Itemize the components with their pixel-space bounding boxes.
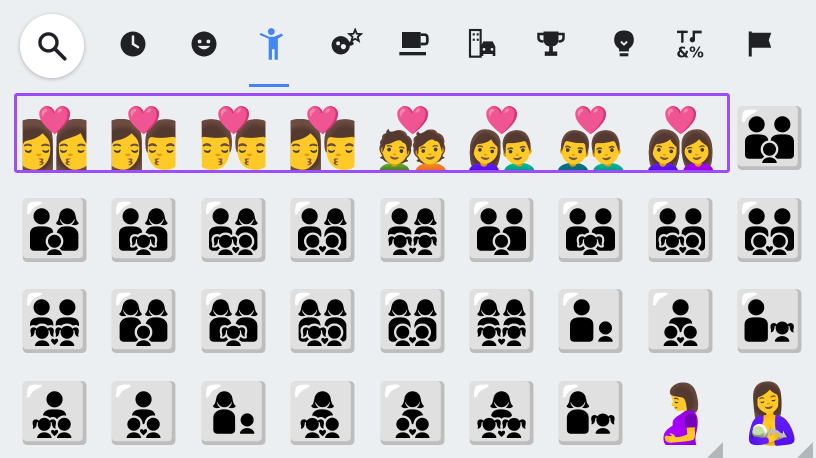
search-icon [38,32,67,61]
emoji-key[interactable]: 👩‍👩‍👧‍👧 [457,276,547,366]
emoji-glyph: 👨‍👨‍👧 [554,196,628,264]
emoji-key[interactable]: 👩‍👩‍👦 [99,276,189,366]
emoji-glyph: 👨‍👦‍👦 [107,379,181,447]
emoji-key[interactable]: 👩‍👩‍👦‍👦 [368,276,458,366]
emoji-glyph: 🤱 [733,379,807,447]
emoji-glyph: 👨‍👨‍👧‍👧 [18,287,92,355]
emoji-key[interactable]: 👨‍👩‍👧 [99,185,189,275]
tab-symbols[interactable]: &% [661,14,721,74]
emoji-key[interactable]: 👨‍👧‍👦 [10,368,100,458]
emoji-key[interactable]: 👩‍👧 [546,368,636,458]
emoji-category-tabbar: &% [0,0,816,88]
flags-icon [748,31,772,57]
emoji-glyph: 👩‍👦 [197,379,271,447]
emoji-glyph: 👩‍👩‍👧 [197,287,271,355]
emoji-glyph: 👨‍👦 [554,287,628,355]
emoji-key[interactable]: 👩‍👦‍👦 [368,368,458,458]
emoji-glyph: 💑 [376,104,450,172]
tab-recent[interactable] [103,14,163,74]
emoji-glyph: 👩‍❤️‍👩 [644,104,718,172]
emoji-key[interactable]: 👨‍👨‍👦‍👦 [725,185,815,275]
search-tab[interactable] [20,14,84,78]
tab-people[interactable] [240,14,300,74]
tab-activities[interactable] [521,14,581,74]
smileys-icon [191,31,217,57]
emoji-key[interactable]: 👪 [725,93,815,183]
emoji-glyph: 👩‍❤️‍👨 [465,104,539,172]
emoji-glyph: 👩‍👩‍👦 [107,287,181,355]
emoji-glyph: 👨‍👨‍👧‍👦 [644,196,718,264]
recent-icon [120,31,146,57]
emoji-glyph: 👩‍❤️‍💋‍👨 [107,104,181,172]
emoji-glyph: 👩‍👧‍👦 [286,379,360,447]
variant-indicator [797,442,813,458]
tab-flags[interactable] [730,14,790,74]
emoji-glyph: 👩‍👩‍👦‍👦 [376,287,450,355]
emoji-glyph: 👩‍👩‍👧‍👦 [286,287,360,355]
emoji-key[interactable]: 👨‍👨‍👦 [457,185,547,275]
emoji-key[interactable]: 👩‍❤️‍👨 [457,93,547,183]
travel-places-icon [468,28,496,58]
objects-icon [614,30,634,57]
tab-animals-nature[interactable] [316,14,376,74]
emoji-key[interactable]: 👩‍👩‍👧 [189,276,279,366]
emoji-key[interactable]: 👩‍❤️‍👩 [636,93,726,183]
emoji-key[interactable]: 👨‍👨‍👧 [546,185,636,275]
tab-travel-places[interactable] [452,14,512,74]
emoji-key[interactable]: 👩‍❤️‍💋‍👨 [278,93,368,183]
emoji-glyph: 👨‍👩‍👦‍👦 [286,196,360,264]
emoji-glyph: 👨‍👩‍👦 [18,196,92,264]
tab-food-drink[interactable] [384,14,444,74]
emoji-key[interactable]: 👨‍👩‍👧‍👧 [368,185,458,275]
emoji-glyph: 👩‍❤️‍💋‍👩 [18,104,92,172]
emoji-glyph: 👨‍👧‍👦 [18,379,92,447]
food-drink-icon [399,32,429,56]
emoji-key[interactable]: 👨‍👩‍👧‍👦 [189,185,279,275]
emoji-glyph: 👪 [733,104,807,172]
emoji-glyph: 👩‍👧‍👧 [465,379,539,447]
emoji-glyph: 👩‍👧 [554,379,628,447]
emoji-key[interactable]: 👨‍👨‍👧‍👧 [10,276,100,366]
emoji-glyph: 👨‍👧 [733,287,807,355]
emoji-key[interactable]: 👨‍❤️‍👨 [546,93,636,183]
emoji-key[interactable]: 👨‍👧 [725,276,815,366]
emoji-glyph: 👨‍❤️‍💋‍👨 [197,104,271,172]
variant-indicator [707,442,723,458]
emoji-glyph: 👨‍👩‍👧‍👧 [376,196,450,264]
people-icon [259,28,284,60]
emoji-grid: 👩‍❤️‍💋‍👩 👩‍❤️‍💋‍👨 👨‍❤️‍💋‍👨 👩‍❤️‍💋‍👨 💑 👩‍❤️‍👨 👨… [10,88,816,458]
emoji-glyph: 👨‍❤️‍👨 [554,104,628,172]
emoji-glyph: 👨‍👩‍👧 [107,196,181,264]
emoji-glyph: 👨‍👨‍👦‍👦 [733,196,807,264]
emoji-key[interactable]: 👨‍👦‍👦 [636,276,726,366]
emoji-key[interactable]: 👨‍❤️‍💋‍👨 [189,93,279,183]
emoji-key[interactable]: 👩‍👩‍👧‍👦 [278,276,368,366]
emoji-key[interactable]: 👩‍👦 [189,368,279,458]
emoji-key[interactable]: 👩‍❤️‍💋‍👩 [10,93,100,183]
emoji-glyph: 🤰 [644,379,718,447]
emoji-key[interactable]: 👨‍👦‍👦 [99,368,189,458]
activities-icon [537,31,565,56]
emoji-glyph: 👩‍👩‍👧‍👧 [465,287,539,355]
emoji-glyph: 👨‍👩‍👧‍👦 [197,196,271,264]
emoji-key[interactable]: 👩‍👧‍👦 [278,368,368,458]
emoji-key[interactable]: 👨‍👨‍👧‍👦 [636,185,726,275]
tab-objects[interactable] [594,14,654,74]
emoji-key[interactable]: 👨‍👩‍👦 [10,185,100,275]
emoji-glyph: 👩‍❤️‍💋‍👨 [286,104,360,172]
symbols-icon: &% [676,30,704,60]
emoji-glyph: 👨‍👨‍👦 [465,196,539,264]
svg-text:&%: &% [676,44,704,60]
emoji-key[interactable]: 👨‍👩‍👦‍👦 [278,185,368,275]
tab-smileys[interactable] [174,14,234,74]
emoji-glyph: 👩‍👦‍👦 [376,379,450,447]
animals-nature-icon [331,28,363,55]
emoji-key[interactable]: 👩‍👧‍👧 [457,368,547,458]
emoji-key[interactable]: 👨‍👦 [546,276,636,366]
emoji-glyph: 👨‍👦‍👦 [644,287,718,355]
active-tab-indicator [249,84,289,87]
emoji-key[interactable]: 👩‍❤️‍💋‍👨 [99,93,189,183]
emoji-key[interactable]: 💑 [368,93,458,183]
